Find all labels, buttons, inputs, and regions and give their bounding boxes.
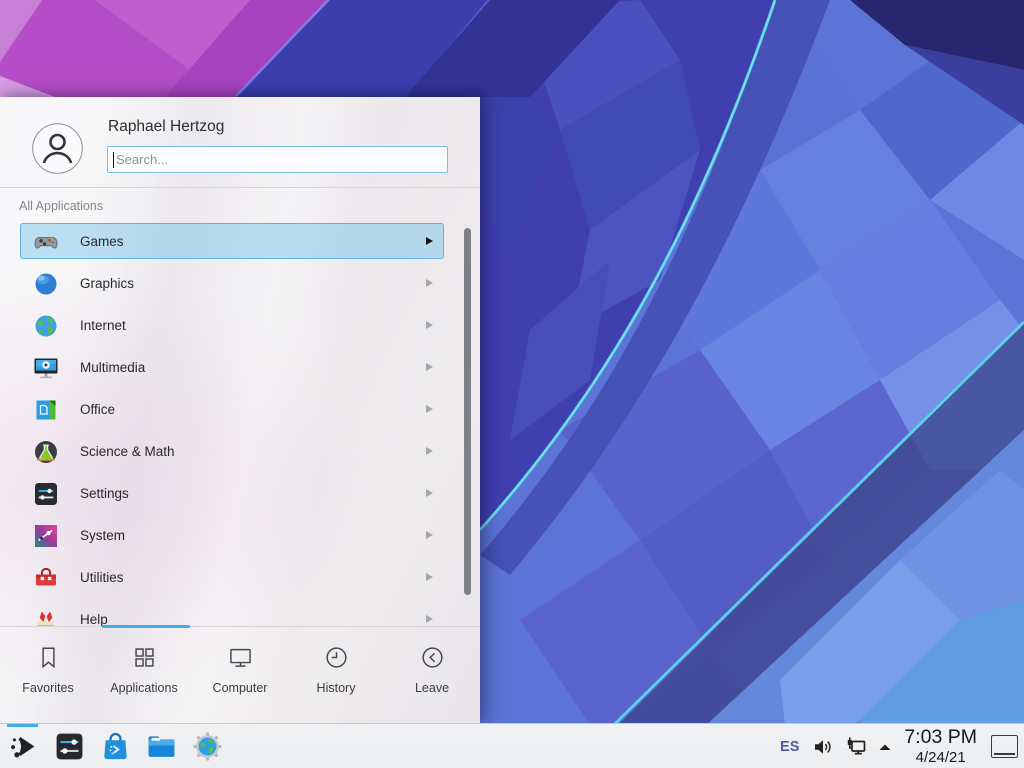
- taskbar-button-web-browser[interactable]: [184, 724, 230, 768]
- application-launcher-menu: Raphael Hertzog Search... All Applicatio…: [0, 97, 480, 723]
- tab-label: Computer: [213, 681, 268, 695]
- taskbar-app-icons: [0, 724, 230, 768]
- user-name: Raphael Hertzog: [108, 118, 224, 136]
- multimedia-icon: [32, 354, 60, 382]
- office-icon: [32, 396, 60, 424]
- submenu-arrow-icon: [426, 447, 433, 455]
- submenu-arrow-icon: [426, 615, 433, 623]
- submenu-arrow-icon: [426, 531, 433, 539]
- submenu-arrow-icon: [426, 321, 433, 329]
- submenu-arrow-icon: [426, 573, 433, 581]
- system-icon: [32, 522, 60, 550]
- category-label: Graphics: [80, 276, 134, 291]
- science-icon: [32, 438, 60, 466]
- submenu-arrow-icon: [426, 279, 433, 287]
- keyboard-layout-indicator[interactable]: ES: [780, 739, 799, 755]
- tab-applications[interactable]: Applications: [96, 627, 192, 723]
- category-label: Help: [80, 612, 108, 627]
- system-settings-icon: [54, 731, 85, 762]
- tab-favorites[interactable]: Favorites: [0, 627, 96, 723]
- clock-time: 7:03 PM: [904, 728, 977, 748]
- category-item-utilities[interactable]: Utilities: [20, 559, 444, 595]
- help-icon: [32, 606, 60, 626]
- submenu-arrow-icon: [426, 237, 433, 245]
- category-item-system[interactable]: System: [20, 517, 444, 553]
- submenu-arrow-icon: [426, 363, 433, 371]
- category-item-office[interactable]: Office: [20, 391, 444, 427]
- category-label: Multimedia: [80, 360, 145, 375]
- show-desktop-button[interactable]: [991, 735, 1018, 758]
- gamepad-icon: [32, 228, 60, 256]
- category-item-help[interactable]: Help: [20, 601, 444, 626]
- tab-history[interactable]: History: [288, 627, 384, 723]
- tab-label: Applications: [110, 681, 177, 695]
- search-placeholder: Search...: [116, 152, 168, 167]
- search-input[interactable]: Search...: [107, 146, 448, 173]
- taskbar-button-system-settings[interactable]: [46, 724, 92, 768]
- category-item-multimedia[interactable]: Multimedia: [20, 349, 444, 385]
- footer-tab-bar: Favorites Applications Computer History Leav…: [0, 626, 480, 723]
- category-item-games[interactable]: Games: [20, 223, 444, 259]
- category-item-graphics[interactable]: Graphics: [20, 265, 444, 301]
- digital-clock[interactable]: 7:03 PM 4/24/21: [904, 728, 977, 765]
- section-label: All Applications: [19, 199, 103, 213]
- category-item-science-math[interactable]: Science & Math: [20, 433, 444, 469]
- volume-icon[interactable]: [812, 736, 834, 758]
- app-grid-icon: [131, 644, 158, 671]
- category-label: Internet: [80, 318, 126, 333]
- history-clock-icon: [323, 644, 350, 671]
- expand-tray-icon[interactable]: [878, 742, 892, 752]
- active-task-indicator: [7, 724, 38, 727]
- network-icon[interactable]: [845, 736, 867, 758]
- category-item-settings[interactable]: Settings: [20, 475, 444, 511]
- category-label: Office: [80, 402, 115, 417]
- leave-icon: [419, 644, 446, 671]
- header-divider: [0, 187, 480, 188]
- clock-date: 4/24/21: [904, 750, 977, 765]
- avatar[interactable]: [32, 123, 83, 174]
- scrollbar-thumb[interactable]: [464, 228, 471, 595]
- kde-launcher-icon: [8, 731, 39, 762]
- tab-computer[interactable]: Computer: [192, 627, 288, 723]
- desktop: Raphael Hertzog Search... All Applicatio…: [0, 0, 1024, 768]
- dolphin-icon: [146, 731, 177, 762]
- globe-icon: [32, 312, 60, 340]
- taskbar: ES 7:03 PM 4/24/21: [0, 723, 1024, 768]
- launcher-header: Raphael Hertzog Search...: [0, 97, 480, 192]
- taskbar-button-application-launcher[interactable]: [0, 724, 46, 768]
- category-item-internet[interactable]: Internet: [20, 307, 444, 343]
- tab-label: Favorites: [22, 681, 73, 695]
- tab-label: History: [317, 681, 356, 695]
- computer-icon: [227, 644, 254, 671]
- submenu-arrow-icon: [426, 489, 433, 497]
- bookmark-icon: [35, 644, 62, 671]
- text-caret: [113, 152, 114, 168]
- utilities-icon: [32, 564, 60, 592]
- submenu-arrow-icon: [426, 405, 433, 413]
- taskbar-button-discover[interactable]: [92, 724, 138, 768]
- category-label: Games: [80, 234, 124, 249]
- category-label: Science & Math: [80, 444, 175, 459]
- taskbar-button-file-manager[interactable]: [138, 724, 184, 768]
- category-list: Games Graphics Internet Multimedia Office Sci…: [0, 223, 480, 626]
- active-tab-indicator: [102, 625, 190, 628]
- tab-leave[interactable]: Leave: [384, 627, 480, 723]
- settings-icon: [32, 480, 60, 508]
- sphere-icon: [32, 270, 60, 298]
- category-label: System: [80, 528, 125, 543]
- category-label: Settings: [80, 486, 129, 501]
- browser-icon: [192, 731, 223, 762]
- discover-icon: [100, 731, 131, 762]
- system-tray: ES 7:03 PM 4/24/21: [780, 724, 1018, 768]
- tab-label: Leave: [415, 681, 449, 695]
- category-label: Utilities: [80, 570, 124, 585]
